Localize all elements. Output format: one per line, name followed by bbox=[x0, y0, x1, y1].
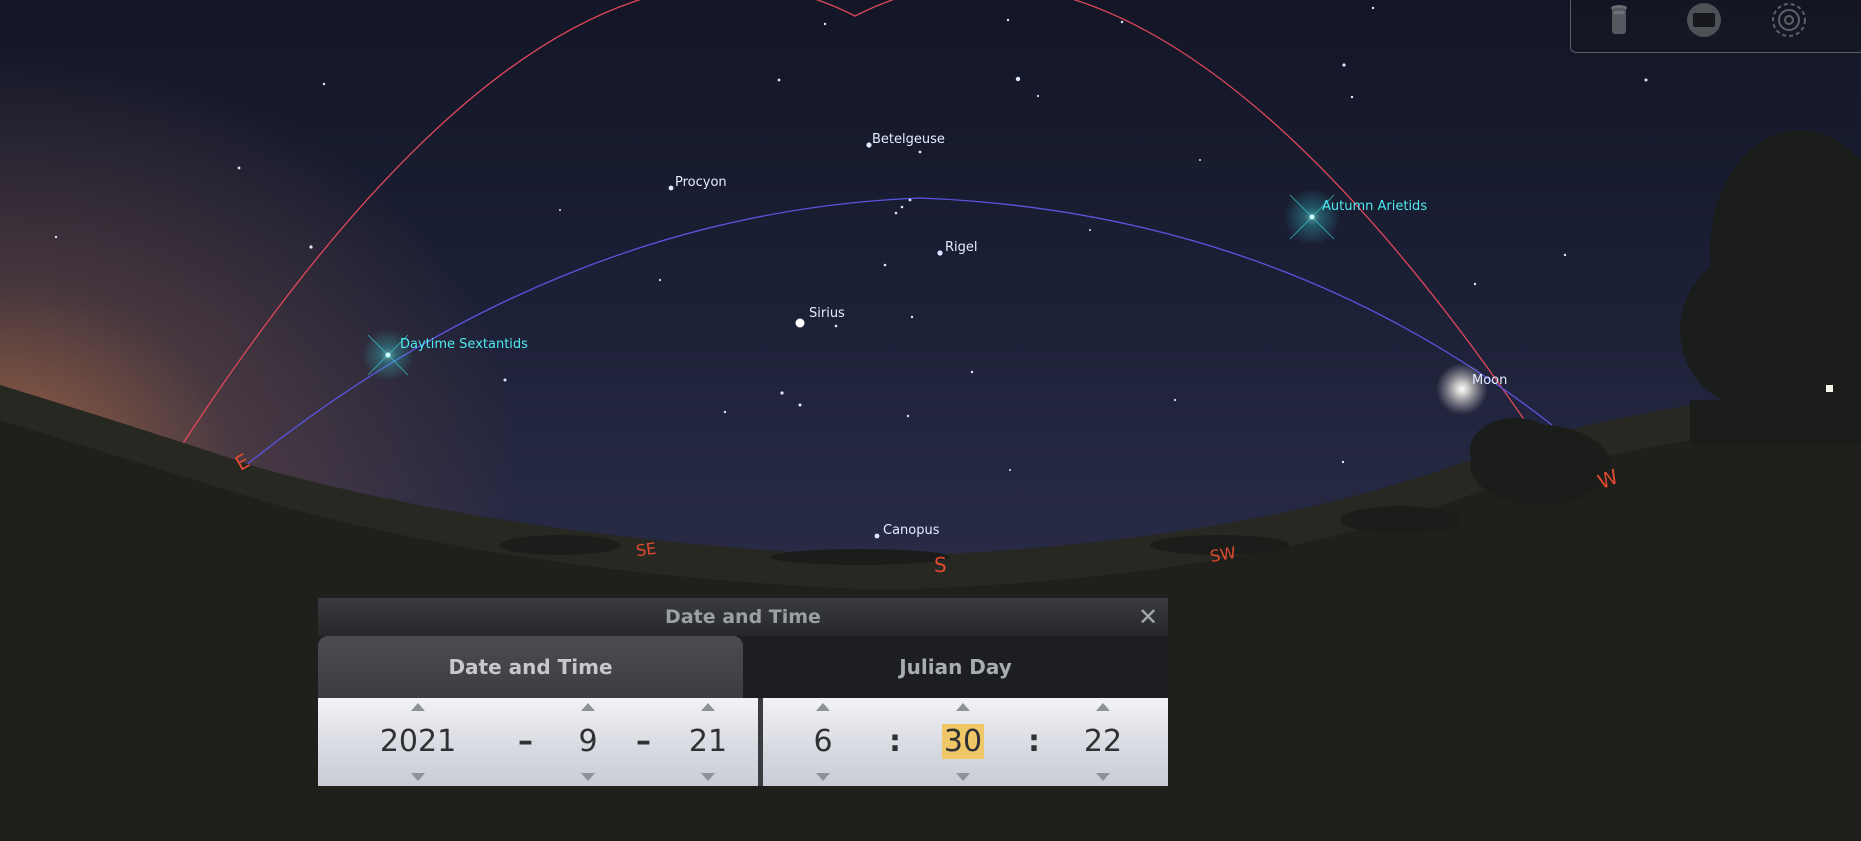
month-value[interactable]: 9 bbox=[558, 722, 618, 762]
year-spinbox[interactable]: 2021 bbox=[373, 698, 463, 786]
meteor-label-autumn-arietids[interactable]: Autumn Arietids bbox=[1322, 199, 1427, 214]
day-down-arrow-icon[interactable] bbox=[701, 773, 715, 781]
minute-value[interactable]: 30 bbox=[928, 722, 998, 762]
second-up-arrow-icon[interactable] bbox=[1096, 703, 1110, 711]
tab-julian-day[interactable]: Julian Day bbox=[743, 636, 1168, 698]
second-down-arrow-icon[interactable] bbox=[1096, 773, 1110, 781]
hour-up-arrow-icon[interactable] bbox=[816, 703, 830, 711]
year-up-arrow-icon[interactable] bbox=[411, 703, 425, 711]
minute-selected-text[interactable]: 30 bbox=[941, 724, 985, 759]
year-value[interactable]: 2021 bbox=[373, 722, 463, 762]
star-field bbox=[54, 6, 1648, 539]
hour-value[interactable]: 6 bbox=[793, 722, 853, 762]
time-panel: 6 : 30 : 22 bbox=[763, 698, 1168, 786]
date-panel: 2021 – 9 – 21 bbox=[318, 698, 758, 786]
close-icon[interactable]: ✕ bbox=[1136, 605, 1160, 630]
day-up-arrow-icon[interactable] bbox=[701, 703, 715, 711]
day-spinbox[interactable]: 21 bbox=[673, 698, 743, 786]
time-separator: : bbox=[1028, 724, 1040, 759]
tab-date-and-time[interactable]: Date and Time bbox=[318, 636, 743, 698]
star-label-sirius[interactable]: Sirius bbox=[809, 306, 845, 321]
second-spinbox[interactable]: 22 bbox=[1068, 698, 1138, 786]
minute-down-arrow-icon[interactable] bbox=[956, 773, 970, 781]
minute-up-arrow-icon[interactable] bbox=[956, 703, 970, 711]
date-time-dialog: Date and Time ✕ Date and Time Julian Day… bbox=[318, 598, 1168, 786]
dialog-title[interactable]: Date and Time bbox=[318, 598, 1168, 636]
month-spinbox[interactable]: 9 bbox=[558, 698, 618, 786]
month-up-arrow-icon[interactable] bbox=[581, 703, 595, 711]
star-label-canopus[interactable]: Canopus bbox=[883, 523, 940, 538]
date-separator: – bbox=[636, 724, 651, 759]
top-right-toolbar bbox=[1570, 0, 1861, 53]
meteor-label-daytime-sextantids[interactable]: Daytime Sextantids bbox=[400, 337, 528, 352]
hour-down-arrow-icon[interactable] bbox=[816, 773, 830, 781]
minute-spinbox[interactable]: 30 bbox=[928, 698, 998, 786]
moon-glow bbox=[1436, 363, 1488, 415]
second-value[interactable]: 22 bbox=[1068, 722, 1138, 762]
star-label-rigel[interactable]: Rigel bbox=[945, 240, 978, 255]
label-moon[interactable]: Moon bbox=[1472, 373, 1507, 388]
distant-light bbox=[1826, 385, 1833, 392]
eyepiece-icon[interactable] bbox=[1601, 2, 1637, 38]
cardinal-southeast: SE bbox=[634, 538, 658, 561]
hour-spinbox[interactable]: 6 bbox=[793, 698, 853, 786]
day-value[interactable]: 21 bbox=[673, 722, 743, 762]
date-separator: – bbox=[518, 724, 533, 759]
month-down-arrow-icon[interactable] bbox=[581, 773, 595, 781]
blue-arc-line bbox=[239, 197, 1553, 471]
star-label-procyon[interactable]: Procyon bbox=[675, 175, 727, 190]
target-icon[interactable] bbox=[1771, 2, 1807, 38]
star-label-betelgeuse[interactable]: Betelgeuse bbox=[872, 132, 945, 147]
meteor-radiant-autumn-arietids bbox=[1284, 189, 1340, 245]
cardinal-south: S bbox=[934, 553, 947, 577]
screen-icon[interactable] bbox=[1686, 2, 1722, 38]
year-down-arrow-icon[interactable] bbox=[411, 773, 425, 781]
time-separator: : bbox=[889, 724, 901, 759]
